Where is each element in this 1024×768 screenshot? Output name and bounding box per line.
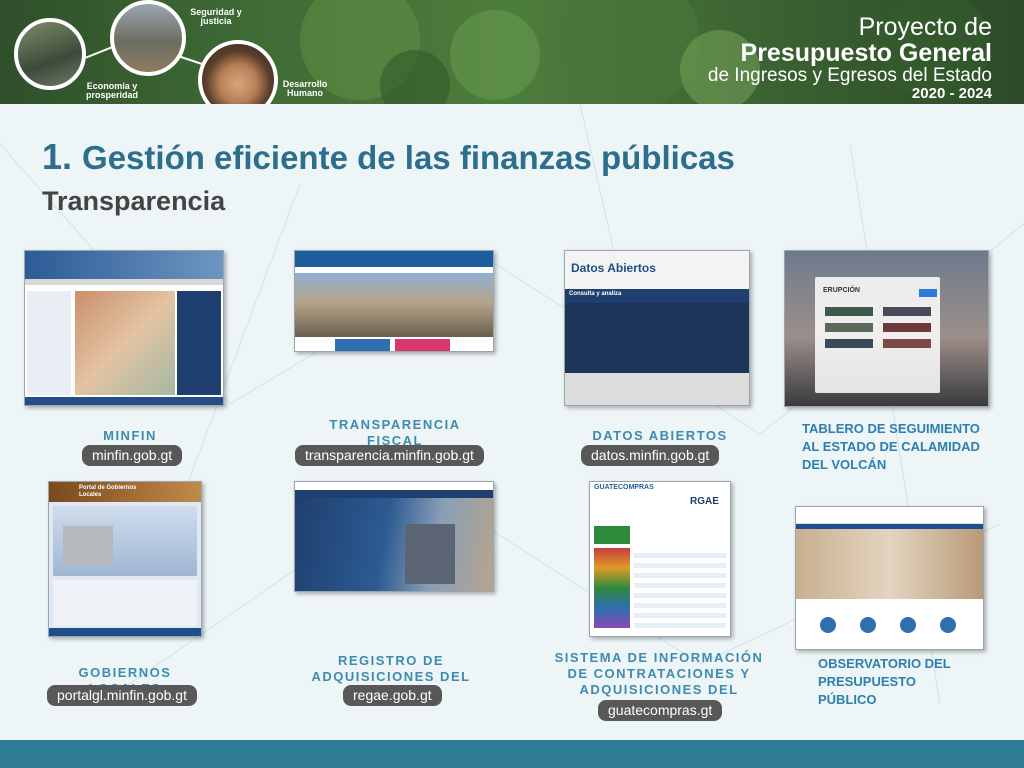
guatecompras-screenshot[interactable]: GUATECOMPRAS RGAE: [589, 481, 731, 637]
url-datos-abiertos[interactable]: datos.minfin.gob.gt: [581, 445, 720, 466]
footer-bar: [0, 740, 1024, 768]
rgae-logo: RGAE: [690, 496, 719, 507]
observatorio-screenshot[interactable]: [795, 506, 984, 650]
erupcion-label: ERUPCIÓN: [823, 287, 860, 294]
caption-datos-abiertos: DATOS ABIERTOS: [592, 428, 728, 443]
road-photo: [14, 18, 86, 90]
transparencia-screenshot[interactable]: [294, 250, 494, 352]
volcan-dashboard-screenshot[interactable]: ERUPCIÓN: [784, 250, 989, 407]
datos-sub: Consulta y analiza: [569, 291, 622, 297]
url-regae[interactable]: regae.gob.gt: [343, 685, 442, 706]
datos-title: Datos Abiertos: [571, 261, 656, 275]
seguridad-label: Seguridad y justicia: [190, 7, 242, 26]
minfin-screenshot[interactable]: [24, 250, 224, 406]
section-number: 1.: [42, 136, 73, 177]
caption-volcan: TABLERO DE SEGUIMIENTO AL ESTADO DE CALA…: [802, 421, 980, 472]
header-banner: Seguridad y justicia Economía y prosperi…: [0, 0, 1024, 104]
url-gobiernos-locales[interactable]: portalgl.minfin.gob.gt: [47, 685, 197, 706]
datos-abiertos-screenshot[interactable]: Datos Abiertos Consulta y analiza: [564, 250, 750, 406]
economia-label: Economía y prosperidad: [85, 81, 138, 100]
url-minfin[interactable]: minfin.gob.gt: [82, 445, 183, 466]
caption-observatorio: OBSERVATORIO DEL PRESUPUESTO PÚBLICO: [818, 656, 951, 707]
brand-line2: Presupuesto General: [740, 39, 992, 67]
section-subheading: Transparencia: [42, 186, 226, 216]
project-brand: Proyecto de Presupuesto General de Ingre…: [708, 14, 992, 102]
portal-title: Portal de Gobiernos Locales: [79, 485, 137, 498]
brand-line3: de Ingresos y Egresos del Estado: [707, 65, 992, 86]
caption-minfin: MINFIN: [103, 428, 157, 443]
url-guatecompras[interactable]: guatecompras.gt: [598, 700, 723, 721]
section-heading: 1. Gestión eficiente de las finanzas públ…: [42, 136, 735, 178]
city-photo: [110, 0, 186, 76]
brand-line4: 2020 - 2024: [911, 85, 992, 102]
url-transparencia[interactable]: transparencia.minfin.gob.gt: [295, 445, 484, 466]
regae-screenshot[interactable]: [294, 481, 494, 592]
brand-line1: Proyecto de: [858, 13, 992, 41]
section-title: Gestión eficiente de las finanzas públic…: [82, 139, 735, 176]
guatecompras-logo: GUATECOMPRAS: [594, 484, 654, 491]
gobiernos-locales-screenshot[interactable]: Portal de Gobiernos Locales: [48, 481, 202, 637]
desarrollo-label: Desarrollo Humano: [282, 79, 328, 98]
